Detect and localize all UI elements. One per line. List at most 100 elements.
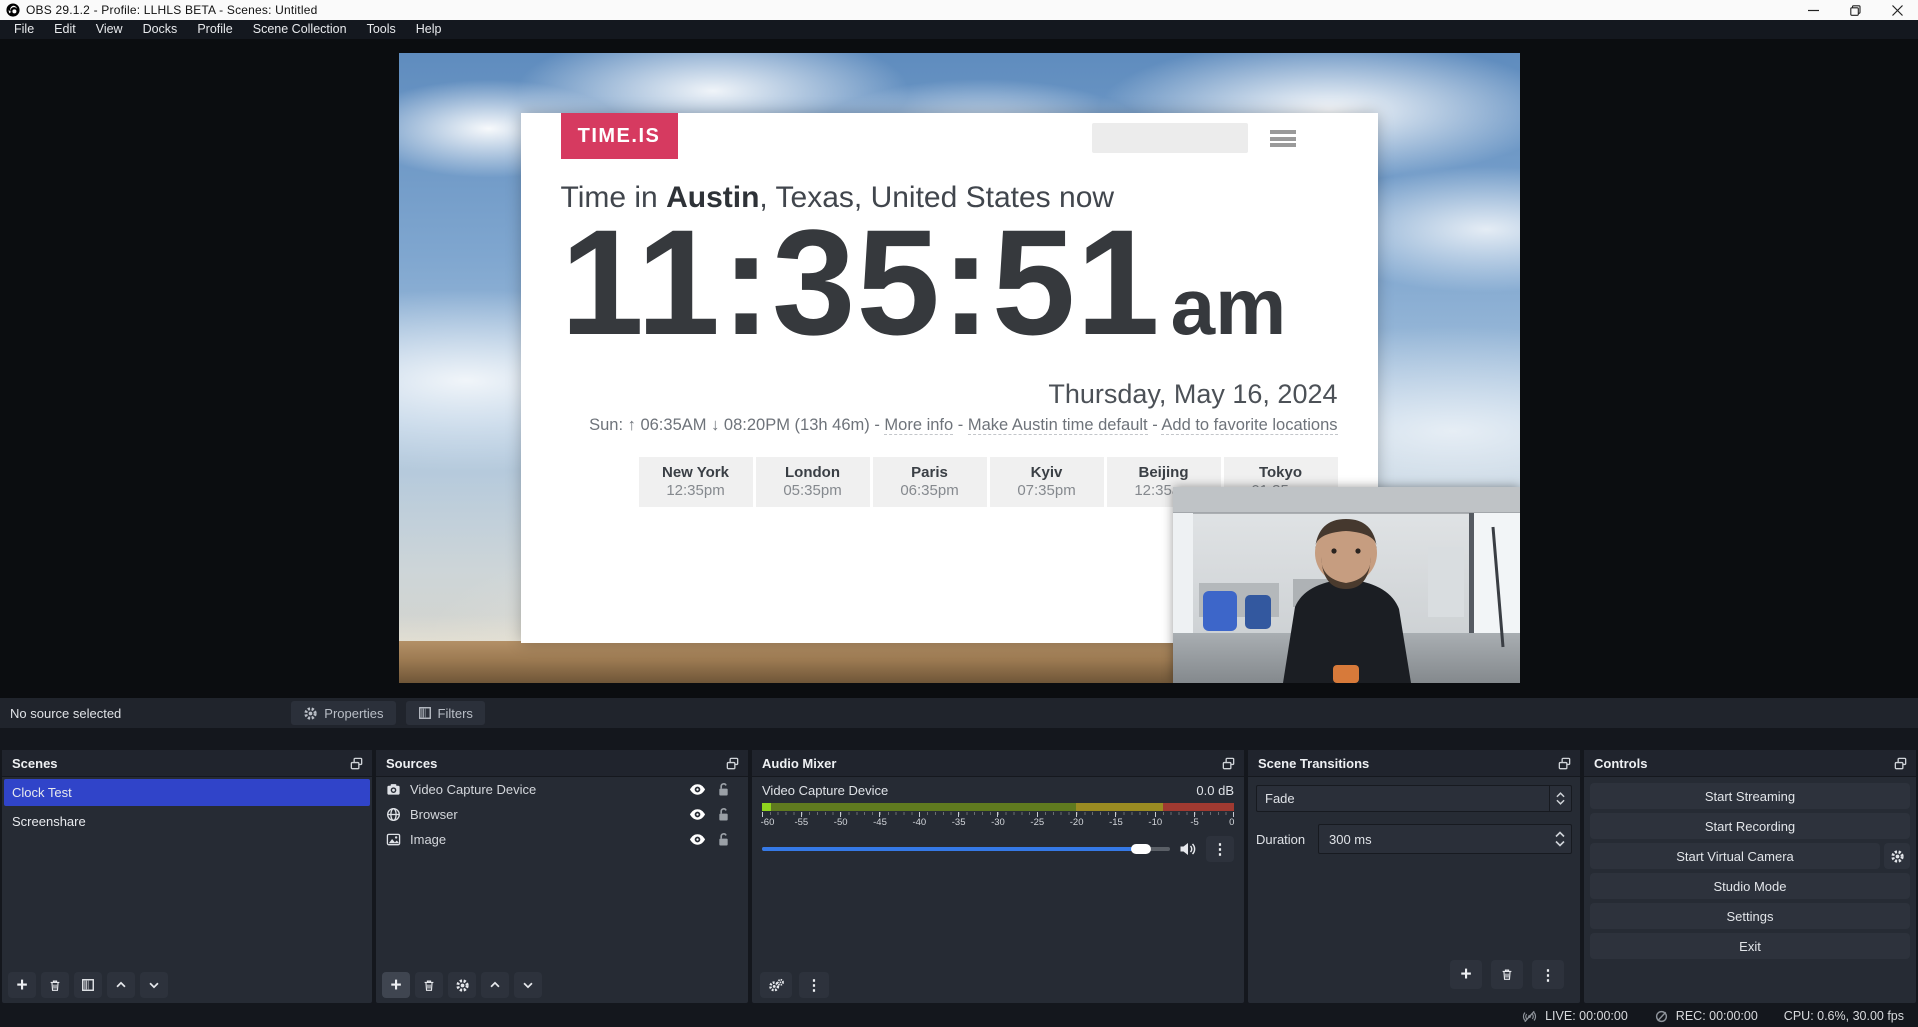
chevron-up-icon [114,978,128,992]
scene-transitions-dock: Scene Transitions Fade Duration [1248,750,1580,1003]
remove-scene-button[interactable] [41,972,69,998]
statusbar: LIVE: 00:00:00 REC: 00:00:00 CPU: 0.6%, … [0,1005,1918,1027]
add-transition-button[interactable]: + [1450,960,1482,989]
source-row-image[interactable]: Image [376,827,748,852]
studio-mode-button[interactable]: Studio Mode [1590,873,1910,899]
volume-slider[interactable] [762,847,1170,851]
move-source-up-button[interactable] [481,972,509,998]
source-row-browser[interactable]: Browser [376,802,748,827]
controls-title: Controls [1594,756,1647,771]
program-canvas[interactable]: TIME.IS Time in Austin, Texas, United St… [399,53,1520,683]
mixer-channel-menu-button[interactable]: ⋮ [1206,836,1234,862]
move-scene-up-button[interactable] [107,972,135,998]
city-new-york[interactable]: New York12:35pm [639,457,753,507]
remove-transition-button[interactable] [1491,960,1523,989]
mixer-channel-name: Video Capture Device [762,783,888,798]
menu-scene-collection[interactable]: Scene Collection [243,20,357,39]
popout-icon[interactable] [1221,756,1236,771]
exit-button[interactable]: Exit [1590,933,1910,959]
scene-item-clock-test[interactable]: Clock Test [4,779,370,806]
hamburger-menu-icon[interactable] [1270,130,1296,147]
unlock-icon[interactable] [717,782,730,797]
timeis-logo[interactable]: TIME.IS [561,113,678,159]
move-scene-down-button[interactable] [140,972,168,998]
mixer-menu-button[interactable]: ⋮ [799,972,829,998]
scene-transitions-title: Scene Transitions [1258,756,1369,771]
filter-icon [81,978,95,992]
select-spinner[interactable] [1549,786,1571,811]
obs-window: OBS 29.1.2 - Profile: LLHLS BETA - Scene… [0,0,1918,1027]
audio-mixer-title: Audio Mixer [762,756,836,771]
popout-icon[interactable] [725,756,740,771]
speaker-icon[interactable] [1179,841,1197,857]
filter-icon [418,706,432,720]
virtual-camera-config-gear-icon[interactable] [1884,843,1910,869]
duration-label: Duration [1256,832,1318,847]
chevron-up-icon [488,978,502,992]
window-title: OBS 29.1.2 - Profile: LLHLS BETA - Scene… [26,3,317,17]
transitions-toolbar: + ⋮ [1450,960,1564,989]
city-kyiv[interactable]: Kyiv07:35pm [990,457,1104,507]
popout-icon[interactable] [349,756,364,771]
menu-view[interactable]: View [86,20,133,39]
obs-logo-icon [6,3,20,17]
duration-spinbox[interactable]: 300 ms [1318,824,1572,854]
camera-icon [386,782,401,797]
scene-item-screenshare[interactable]: Screenshare [2,808,372,835]
menubar: File Edit View Docks Profile Scene Colle… [0,20,1918,39]
properties-button[interactable]: Properties [291,701,395,725]
advanced-audio-gear-icon[interactable] [760,972,792,998]
remove-source-button[interactable] [415,972,443,998]
menu-tools[interactable]: Tools [357,20,406,39]
filters-button[interactable]: Filters [406,701,485,725]
source-status-text: No source selected [10,706,121,721]
audio-mixer-dock: Audio Mixer Video Capture Device 0.0 dB … [752,750,1244,1003]
timeis-clock: 11:35:51am [561,221,1338,353]
restore-button[interactable] [1834,0,1876,20]
volume-slider-handle[interactable] [1131,844,1151,854]
menu-profile[interactable]: Profile [187,20,242,39]
unlock-icon[interactable] [717,807,730,822]
transition-menu-button[interactable]: ⋮ [1532,960,1564,989]
move-source-down-button[interactable] [514,972,542,998]
rec-status: REC: 00:00:00 [1654,1009,1758,1024]
menu-file[interactable]: File [4,20,44,39]
video-capture-source-webcam [1173,487,1520,683]
make-default-link[interactable]: Make Austin time default [968,416,1148,435]
gear-icon [303,706,318,721]
unlock-icon[interactable] [717,832,730,847]
controls-dock: Controls Start Streaming Start Recording… [1584,750,1916,1003]
menu-docks[interactable]: Docks [133,20,188,39]
search-input[interactable] [1092,123,1248,153]
close-button[interactable] [1876,0,1918,20]
visibility-eye-icon[interactable] [689,808,706,821]
add-scene-button[interactable]: + [8,972,36,998]
add-favorite-link[interactable]: Add to favorite locations [1161,416,1337,435]
trash-icon [1500,967,1514,982]
visibility-eye-icon[interactable] [689,783,706,796]
settings-button[interactable]: Settings [1590,903,1910,929]
city-london[interactable]: London05:35pm [756,457,870,507]
visibility-eye-icon[interactable] [689,833,706,846]
popout-icon[interactable] [1893,756,1908,771]
more-info-link[interactable]: More info [884,416,953,435]
source-row-video-capture[interactable]: Video Capture Device [376,777,748,802]
transition-select[interactable]: Fade [1256,785,1572,812]
start-streaming-button[interactable]: Start Streaming [1590,783,1910,809]
duration-spinner[interactable] [1549,831,1571,847]
menu-edit[interactable]: Edit [44,20,86,39]
start-recording-button[interactable]: Start Recording [1590,813,1910,839]
add-source-button[interactable]: + [382,972,410,998]
source-properties-button[interactable] [448,972,476,998]
window-buttons [1792,0,1918,20]
scene-filters-button[interactable] [74,972,102,998]
start-virtual-camera-button[interactable]: Start Virtual Camera [1590,843,1880,869]
minimize-button[interactable] [1792,0,1834,20]
trash-icon [422,978,436,993]
popout-icon[interactable] [1557,756,1572,771]
preview-area: TIME.IS Time in Austin, Texas, United St… [0,39,1918,698]
city-paris[interactable]: Paris06:35pm [873,457,987,507]
record-inactive-icon [1654,1009,1669,1024]
titlebar: OBS 29.1.2 - Profile: LLHLS BETA - Scene… [0,0,1918,20]
menu-help[interactable]: Help [406,20,452,39]
